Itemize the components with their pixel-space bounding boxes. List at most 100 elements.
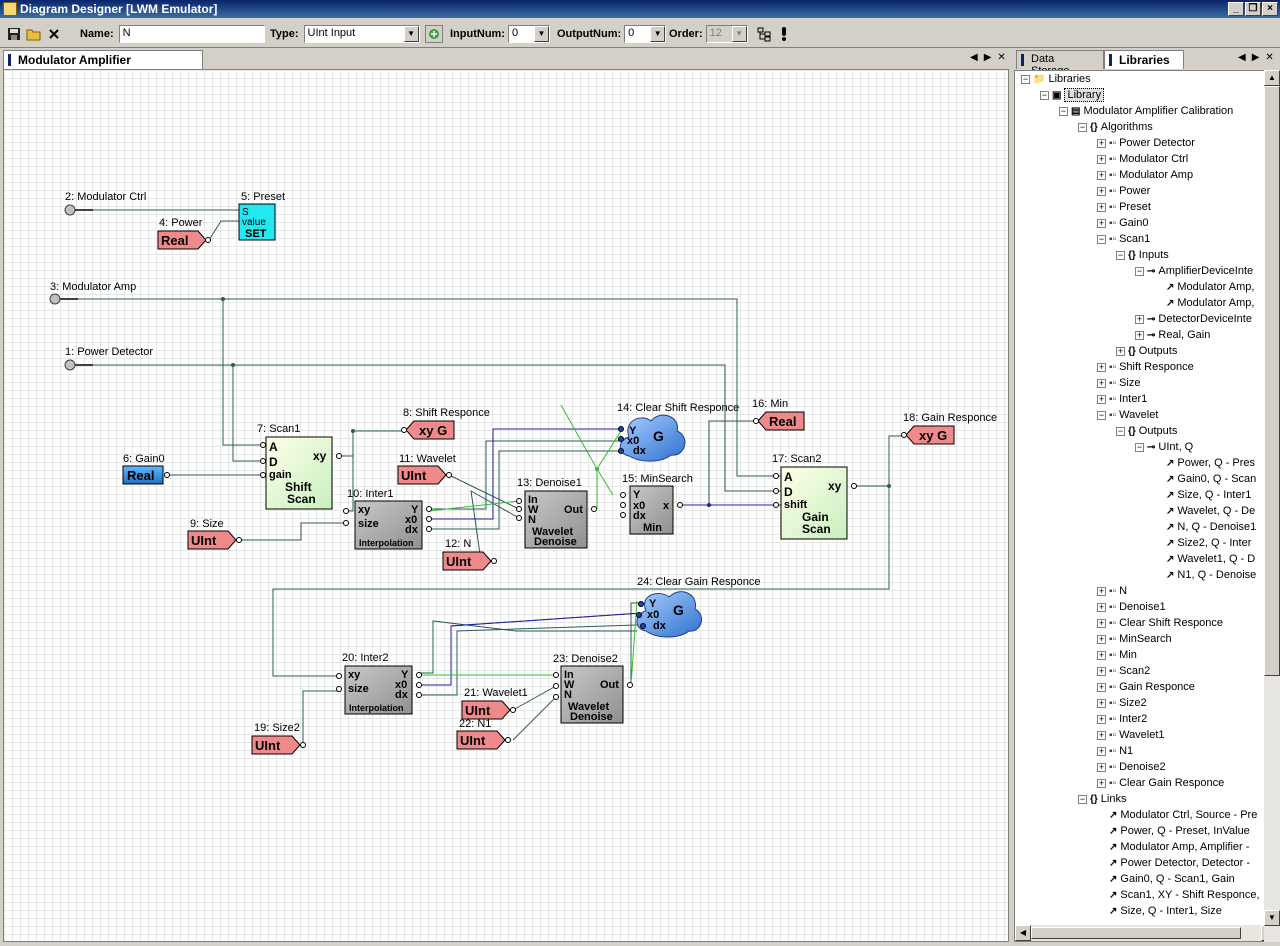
add-pin-icon[interactable] bbox=[425, 25, 443, 43]
tree-item[interactable]: + ⊸ Real, Gain bbox=[1135, 327, 1210, 343]
expand-icon[interactable]: + bbox=[1135, 330, 1144, 340]
expand-icon[interactable]: + bbox=[1097, 186, 1106, 196]
n-uint-input[interactable]: 12: N UInt bbox=[442, 538, 497, 571]
vscroll-thumb[interactable] bbox=[1264, 86, 1280, 676]
expand-icon[interactable]: + bbox=[1135, 314, 1144, 324]
denoise2-block[interactable]: 23: Denoise2 In W N Out Wavelet Denoise bbox=[553, 653, 633, 724]
collapse-icon[interactable]: − bbox=[1116, 426, 1125, 436]
collapse-icon[interactable]: − bbox=[1021, 74, 1030, 84]
hscroll-thumb[interactable] bbox=[1031, 927, 1241, 939]
scroll-left-icon[interactable]: ◀ bbox=[1015, 925, 1031, 941]
tree-item[interactable]: −{} Links bbox=[1078, 791, 1126, 807]
expand-icon[interactable]: + bbox=[1097, 698, 1106, 708]
tab-libraries[interactable]: Libraries bbox=[1104, 50, 1184, 69]
tree-item[interactable]: ↗ Gain0, Q - Scan bbox=[1154, 471, 1256, 487]
tree-item[interactable]: + ▪▫ Clear Gain Responce bbox=[1097, 775, 1224, 791]
tree-item[interactable]: + ▪▫ N bbox=[1097, 583, 1127, 599]
collapse-icon[interactable]: − bbox=[1078, 794, 1087, 804]
diagram-svg[interactable]: 2: Modulator Ctrl 3: Modulator Amp 1: Po… bbox=[4, 70, 1009, 942]
wavelet-uint-input[interactable]: 11: Wavelet UInt bbox=[397, 453, 456, 485]
expand-icon[interactable]: + bbox=[1097, 730, 1106, 740]
tree-item[interactable]: + ▪▫ MinSearch bbox=[1097, 631, 1172, 647]
expand-icon[interactable]: + bbox=[1097, 666, 1106, 676]
tree-item[interactable]: ↗ Power, Q - Pres bbox=[1154, 455, 1255, 471]
size2-uint-input[interactable]: 19: Size2 UInt bbox=[251, 722, 306, 755]
tab-modulator-amplifier-calibration[interactable]: Modulator Amplifier Calibration bbox=[3, 50, 203, 81]
gain-responce-output[interactable]: 18: Gain Responce xy G bbox=[901, 412, 998, 445]
tree-item[interactable]: ↗ Gain0, Q - Scan1, Gain bbox=[1097, 871, 1235, 887]
expand-icon[interactable]: + bbox=[1097, 362, 1106, 372]
tree-item[interactable]: + ▪▫ Inter2 bbox=[1097, 711, 1147, 727]
name-input[interactable]: N bbox=[118, 25, 265, 43]
tree-item[interactable]: + ▪▫ Preset bbox=[1097, 199, 1151, 215]
tree-item[interactable]: ↗ Wavelet, Q - De bbox=[1154, 503, 1255, 519]
scroll-down-icon[interactable]: ▼ bbox=[1264, 910, 1280, 926]
tree-item[interactable]: + ▪▫ Clear Shift Responce bbox=[1097, 615, 1223, 631]
type-select[interactable]: UInt Input ▼ bbox=[303, 25, 420, 43]
expand-icon[interactable]: + bbox=[1097, 650, 1106, 660]
save-icon[interactable] bbox=[4, 24, 24, 44]
tree-item[interactable]: + ▪▫ Modulator Ctrl bbox=[1097, 151, 1188, 167]
tree-item[interactable]: ↗ N1, Q - Denoise bbox=[1154, 567, 1256, 583]
tree-item[interactable]: ↗ Modulator Amp, bbox=[1154, 295, 1254, 311]
minimize-button[interactable]: _ bbox=[1228, 2, 1244, 16]
tab-close-icon[interactable]: ✕ bbox=[997, 52, 1005, 63]
open-folder-icon[interactable] bbox=[24, 24, 44, 44]
tree-item[interactable]: + ▪▫ Scan2 bbox=[1097, 663, 1150, 679]
min-real-output[interactable]: 16: Min Real bbox=[752, 398, 805, 431]
minsearch-block[interactable]: 15: MinSearch Y x0 dx x Min bbox=[620, 473, 693, 535]
expand-icon[interactable]: + bbox=[1097, 170, 1106, 180]
tree-item[interactable]: − ⊸ UInt, Q bbox=[1135, 439, 1193, 455]
vertical-scrollbar[interactable]: ▲ ▼ bbox=[1264, 70, 1280, 942]
tree-item[interactable]: + ▪▫ N1 bbox=[1097, 743, 1133, 759]
tree-item[interactable]: ↗ Modulator Ctrl, Source - Pre bbox=[1097, 807, 1257, 823]
outputnum-select[interactable]: 0 ▼ bbox=[624, 25, 667, 43]
gain0-real-input[interactable]: 6: Gain0 Real bbox=[122, 453, 170, 485]
tab-close-icon[interactable]: ✕ bbox=[1265, 52, 1273, 63]
collapse-icon[interactable]: − bbox=[1135, 266, 1144, 276]
chevron-down-icon[interactable]: ▼ bbox=[533, 26, 549, 42]
scroll-up-icon[interactable]: ▲ bbox=[1264, 70, 1280, 86]
tab-prev-icon[interactable]: ◀ bbox=[1238, 52, 1246, 63]
tree-item[interactable]: − ▪▫ Wavelet bbox=[1097, 407, 1158, 423]
tree-item[interactable]: − ▪▫ Scan1 bbox=[1097, 231, 1150, 247]
tree-item[interactable]: + ▪▫ Min bbox=[1097, 647, 1137, 663]
tree-item[interactable]: + ▪▫ Shift Responce bbox=[1097, 359, 1194, 375]
tree-item[interactable]: + ▪▫ Modulator Amp bbox=[1097, 167, 1193, 183]
tree-item[interactable]: + ▪▫ Power bbox=[1097, 183, 1150, 199]
inter1-block[interactable]: 10: Inter1 xy size Y x0 dx Interpolation bbox=[343, 488, 432, 550]
tree-item[interactable]: + ▪▫ Size2 bbox=[1097, 695, 1147, 711]
tree-item[interactable]: − ▤ Modulator Amplifier Calibration bbox=[1059, 103, 1233, 119]
inter2-block[interactable]: 20: Inter2 xy size Y x0 dx Interpolation bbox=[336, 652, 422, 715]
expand-icon[interactable]: + bbox=[1097, 218, 1106, 228]
power-detector-source[interactable]: 1: Power Detector bbox=[64, 346, 153, 371]
expand-icon[interactable]: + bbox=[1097, 762, 1106, 772]
horizontal-scrollbar[interactable]: ◀ ▶ bbox=[1015, 925, 1275, 941]
tree-item[interactable]: + ▪▫ Denoise2 bbox=[1097, 759, 1166, 775]
expand-icon[interactable]: + bbox=[1097, 634, 1106, 644]
collapse-icon[interactable]: − bbox=[1097, 234, 1106, 244]
n1-uint-input[interactable]: 22: N1 UInt bbox=[456, 718, 511, 750]
tree-item[interactable]: ↗ Power, Q - Preset, InValue bbox=[1097, 823, 1250, 839]
size-uint-input[interactable]: 9: Size UInt bbox=[187, 518, 242, 550]
tree-item[interactable]: ↗ Wavelet1, Q - D bbox=[1154, 551, 1255, 567]
wavelet1-uint-input[interactable]: 21: Wavelet1 UInt bbox=[461, 687, 528, 720]
power-real-input[interactable]: 4: Power Real bbox=[157, 217, 211, 250]
chevron-down-icon[interactable]: ▼ bbox=[403, 26, 419, 42]
tree-item[interactable]: −{} Inputs bbox=[1116, 247, 1169, 263]
tree-item[interactable]: − ⊸ AmplifierDeviceInte bbox=[1135, 263, 1253, 279]
tree-item[interactable]: −{} Algorithms bbox=[1078, 119, 1153, 135]
tree-item[interactable]: − 📁 Libraries bbox=[1021, 71, 1091, 87]
tree-layout-icon[interactable] bbox=[754, 24, 774, 44]
tree-item[interactable]: + ▪▫ Denoise1 bbox=[1097, 599, 1166, 615]
collapse-icon[interactable]: − bbox=[1116, 250, 1125, 260]
tree-item[interactable]: + ▪▫ Size bbox=[1097, 375, 1141, 391]
clear-gain-responce-graph[interactable]: 24: Clear Gain Responce Y x0 dx G bbox=[636, 576, 761, 638]
tree-item[interactable]: ↗ Power Detector, Detector - bbox=[1097, 855, 1250, 871]
tree-item[interactable]: ↗ Modulator Amp, bbox=[1154, 279, 1254, 295]
expand-icon[interactable]: + bbox=[1097, 746, 1106, 756]
tree-item[interactable]: + ▪▫ Gain Responce bbox=[1097, 679, 1195, 695]
denoise1-block[interactable]: 13: Denoise1 In W N Out Wavelet Denoise bbox=[516, 477, 597, 549]
collapse-icon[interactable]: − bbox=[1059, 106, 1068, 116]
expand-icon[interactable]: + bbox=[1097, 778, 1106, 788]
